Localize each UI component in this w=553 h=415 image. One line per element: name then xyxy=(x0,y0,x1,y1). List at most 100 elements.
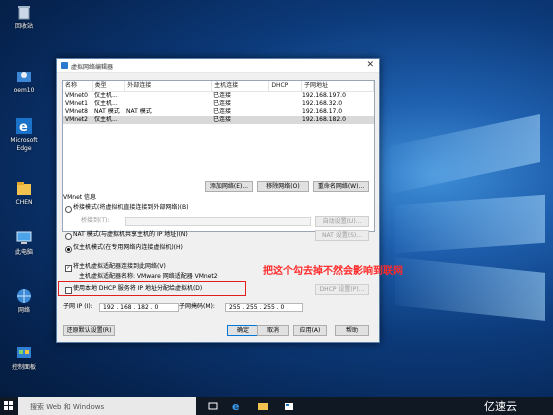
cell-type: 仅主机... xyxy=(94,92,118,99)
cell-type: 仅主机... xyxy=(94,116,118,123)
bridge-mode-label: 桥接模式(将虚拟机直接连接到外部网络)(B) xyxy=(73,204,189,211)
user-folder-icon xyxy=(16,68,32,84)
desktop-icon-control-panel[interactable]: 控制面板 xyxy=(4,345,44,372)
cell-subnet: 192.168.197.0 xyxy=(302,92,346,99)
column-header[interactable]: 外部连接 xyxy=(125,81,213,91)
auto-settings-button[interactable]: 自动设置(U)... xyxy=(315,216,369,227)
watermark-logo: 亿速云 xyxy=(484,400,517,413)
control-panel-icon xyxy=(16,345,32,361)
cell-external: NAT 模式 xyxy=(126,108,152,115)
annotation-highlight-box xyxy=(58,281,246,296)
desktop-icon-label: 此电脑 xyxy=(14,249,33,256)
taskbar: 搜索 Web 和 Windows e xyxy=(0,397,553,415)
cell-host: 已连接 xyxy=(213,92,232,99)
cell-subnet: 192.168.182.0 xyxy=(302,116,346,123)
column-header[interactable]: 主机连接 xyxy=(212,81,270,91)
desktop-icon-oem10[interactable]: oem10 xyxy=(4,68,44,95)
cell-type: 仅主机... xyxy=(94,100,118,107)
edge-icon: e xyxy=(16,118,32,135)
cell-dhcp xyxy=(268,100,300,108)
wallpaper-beam xyxy=(395,194,545,254)
help-button[interactable]: 帮助 xyxy=(335,325,369,336)
subnet-mask-input[interactable]: 255 . 255 . 255 . 0 xyxy=(225,303,303,312)
cell-external xyxy=(124,92,211,100)
nat-mode-label: NAT 模式(与虚拟机共享主机的 IP 地址)(N) xyxy=(73,231,188,238)
list-header: 名称 类型 外部连接 主机连接 DHCP 子网地址 xyxy=(63,81,375,92)
cell-name: VMnet0 xyxy=(65,92,88,99)
cancel-button[interactable]: 取消 xyxy=(257,325,289,336)
host-only-label: 仅主机模式(在专用网络内连接虚拟机)(H) xyxy=(73,244,183,251)
cell-external xyxy=(124,100,211,108)
desktop-icon-label: 回收站 xyxy=(14,23,33,30)
desktop-icon-edge[interactable]: e Microsoft Edge xyxy=(4,118,44,153)
desktop-icon-network[interactable]: 网络 xyxy=(4,288,44,315)
column-header[interactable]: 子网地址 xyxy=(302,81,375,91)
bridge-mode-radio[interactable] xyxy=(65,206,72,213)
table-row[interactable]: VMnet1 仅主机... 已连接 192.168.32.0 xyxy=(63,100,374,108)
folder-icon xyxy=(16,180,32,196)
close-icon[interactable]: ✕ xyxy=(366,60,374,70)
search-placeholder: 搜索 Web 和 Windows xyxy=(30,403,105,411)
window-title: 虚拟网络编辑器 xyxy=(71,64,114,71)
desktop-icon-label: CHEN xyxy=(15,199,33,206)
title-bar: 虚拟网络编辑器 ✕ xyxy=(57,59,379,73)
wallpaper-beam xyxy=(395,257,545,321)
subnet-ip-input[interactable]: 192 . 168 . 182 . 0 xyxy=(99,303,179,312)
network-icon xyxy=(16,288,32,304)
nat-settings-button[interactable]: NAT 设置(S)... xyxy=(315,230,369,241)
cell-external xyxy=(124,116,211,124)
virtual-network-editor-window: 虚拟网络编辑器 ✕ 名称 类型 外部连接 主机连接 DHCP 子网地址 VMne… xyxy=(56,58,380,343)
cell-name: VMnet1 xyxy=(65,100,88,107)
svg-text:e: e xyxy=(19,120,28,134)
cell-subnet: 192.168.32.0 xyxy=(302,100,343,107)
windows-start-icon[interactable] xyxy=(4,401,14,411)
host-only-radio[interactable] xyxy=(65,246,72,253)
recycle-bin-icon xyxy=(16,4,32,20)
cell-name: VMnet8 xyxy=(65,108,88,115)
cell-type: NAT 模式 xyxy=(94,108,120,115)
task-view-icon[interactable] xyxy=(208,401,218,411)
table-row[interactable]: VMnet0 仅主机... 已连接 192.168.197.0 xyxy=(63,92,374,100)
bridge-to-select[interactable] xyxy=(125,217,311,226)
annotation-text: 把这个勾去掉不然会影响到联网 xyxy=(263,266,403,277)
bridge-to-label: 桥接到(T): xyxy=(81,217,110,224)
dhcp-settings-button[interactable]: DHCP 设置(P)... xyxy=(315,284,369,295)
restore-defaults-button[interactable]: 还原默认设置(R) xyxy=(63,325,115,336)
desktop-icon-chen[interactable]: CHEN xyxy=(4,180,44,207)
remove-network-button[interactable]: 移除网络(O) xyxy=(257,181,309,192)
rename-network-button[interactable]: 重命名网络(W)... xyxy=(313,181,369,192)
desktop-icon-label: Microsoft Edge xyxy=(10,137,38,152)
cell-dhcp xyxy=(268,92,300,100)
file-explorer-icon[interactable] xyxy=(258,401,268,411)
edge-icon[interactable]: e xyxy=(232,400,242,413)
computer-icon xyxy=(16,230,32,246)
connect-adapter-label: 将主机虚拟适配器连接到此网络(V) xyxy=(73,263,166,270)
column-header[interactable]: 名称 xyxy=(63,81,93,91)
vmnet-info-heading: VMnet 信息 xyxy=(63,194,97,201)
desktop-icon-recycle-bin[interactable]: 回收站 xyxy=(4,4,44,31)
apply-button[interactable]: 应用(A) xyxy=(293,325,327,336)
cell-dhcp xyxy=(268,116,300,124)
cell-dhcp xyxy=(268,108,300,116)
desktop-icon-label: oem10 xyxy=(13,87,35,94)
table-row-selected[interactable]: VMnet2 仅主机... 已连接 192.168.182.0 xyxy=(63,116,374,124)
add-network-button[interactable]: 添加网络(E)... xyxy=(205,181,253,192)
cell-name: VMnet2 xyxy=(65,116,88,123)
table-row[interactable]: VMnet8 NAT 模式 NAT 模式 已连接 192.168.17.0 xyxy=(63,108,374,116)
wallpaper-beam xyxy=(390,114,540,194)
subnet-ip-label: 子网 IP (I): xyxy=(63,303,93,310)
desktop-icon-label: 控制面板 xyxy=(11,364,36,371)
column-header[interactable]: 类型 xyxy=(93,81,126,91)
cell-host: 已连接 xyxy=(213,100,232,107)
cell-subnet: 192.168.17.0 xyxy=(302,108,343,115)
network-editor-icon xyxy=(61,62,68,69)
desktop-icon-label: 网络 xyxy=(17,307,30,314)
ok-button[interactable]: 确定 xyxy=(227,325,259,336)
column-header[interactable]: DHCP xyxy=(269,81,302,91)
connect-adapter-checkbox[interactable]: ✓ xyxy=(65,265,72,272)
nat-mode-radio[interactable] xyxy=(65,233,72,240)
store-icon[interactable] xyxy=(284,401,294,411)
desktop-icon-this-pc[interactable]: 此电脑 xyxy=(4,230,44,257)
taskbar-search-box[interactable]: 搜索 Web 和 Windows xyxy=(18,397,196,415)
cell-host: 已连接 xyxy=(213,116,232,123)
